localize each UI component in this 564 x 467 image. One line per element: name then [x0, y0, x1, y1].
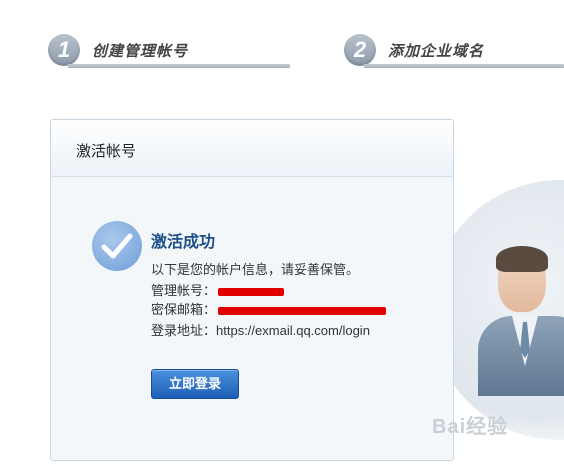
admin-account-row: 管理帐号： — [151, 280, 285, 299]
step-number-2: 2 — [344, 34, 376, 66]
redacted-security-email — [218, 306, 387, 315]
security-email-row: 密保邮箱： — [151, 299, 387, 318]
security-email-label: 密保邮箱： — [151, 302, 217, 317]
login-address-label: 登录地址： — [151, 323, 217, 338]
person-graphic — [478, 246, 564, 410]
step-1: 1 创建管理帐号 — [48, 34, 290, 70]
step-2: 2 添加企业域名 — [344, 34, 564, 70]
step-number-1: 1 — [48, 34, 80, 66]
activation-card: 激活帐号 激活成功 以下是您的帐户信息，请妥善保管。 管理帐号： 密保邮箱： 登… — [50, 119, 454, 461]
step-underline-2 — [364, 64, 564, 68]
account-info-note: 以下是您的帐户信息，请妥善保管。 — [151, 262, 360, 277]
step-label-2: 添加企业域名 — [388, 43, 485, 60]
step-underline-1 — [68, 64, 290, 68]
login-now-button[interactable]: 立即登录 — [151, 369, 239, 399]
baidu-jingyan-watermark: Bai经验 — [432, 416, 509, 438]
check-icon — [92, 221, 142, 271]
card-header: 激活帐号 — [51, 120, 453, 177]
admin-account-label: 管理帐号： — [151, 283, 217, 298]
login-url: https://exmail.qq.com/login — [216, 323, 370, 338]
redacted-admin-account — [218, 287, 285, 296]
login-address-row: 登录地址：https://exmail.qq.com/login — [151, 320, 370, 339]
success-title: 激活成功 — [151, 234, 216, 251]
card-title: 激活帐号 — [76, 143, 137, 160]
step-label-1: 创建管理帐号 — [92, 43, 189, 60]
